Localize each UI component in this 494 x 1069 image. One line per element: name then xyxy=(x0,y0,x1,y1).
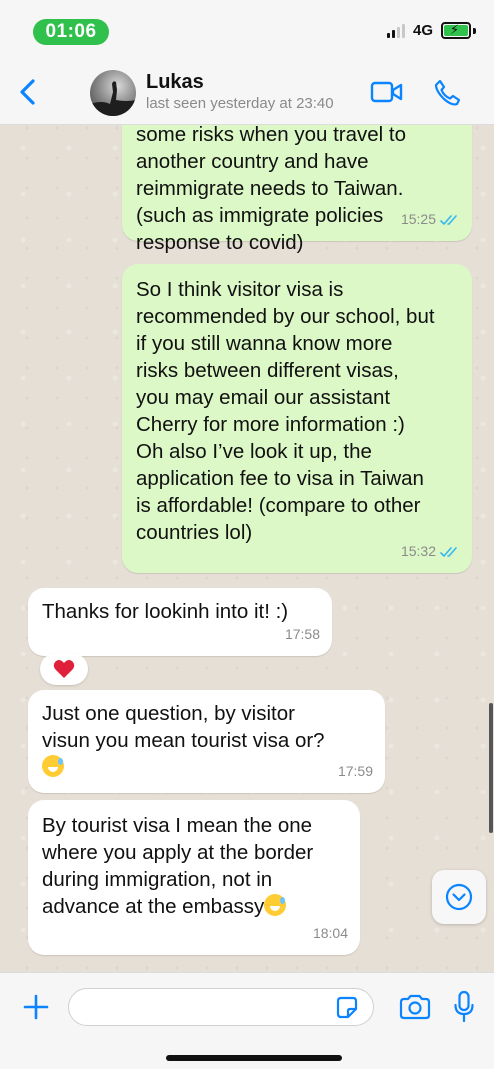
message-text: By tourist visa I mean the one where you… xyxy=(42,812,352,920)
last-seen-status: last seen yesterday at 23:40 xyxy=(146,95,334,112)
plus-icon xyxy=(23,994,49,1020)
message-input[interactable] xyxy=(68,988,374,1026)
chevron-down-circle-icon xyxy=(445,883,473,911)
status-bar: 01:06 4G ⚡ xyxy=(0,0,494,62)
microphone-icon xyxy=(454,990,474,1023)
message-bubble-outgoing[interactable]: So I think visitor visa is recommended b… xyxy=(122,264,472,573)
voice-message-button[interactable] xyxy=(453,990,475,1024)
camera-button[interactable] xyxy=(398,993,432,1021)
heart-reaction[interactable] xyxy=(40,653,88,685)
phone-icon xyxy=(434,79,461,106)
battery-tip xyxy=(473,27,476,34)
message-time: 15:32 xyxy=(400,543,436,559)
avatar[interactable] xyxy=(90,70,136,116)
message-time: 17:59 xyxy=(337,763,373,779)
battery-icon: ⚡ xyxy=(441,22,471,39)
message-meta: 15:25 xyxy=(401,206,460,233)
signal-icon xyxy=(386,23,405,38)
read-ticks-icon xyxy=(440,546,457,557)
message-bubble-incoming[interactable]: Thanks for lookinh into it! :) 17:58 xyxy=(28,588,332,656)
voice-call-button[interactable] xyxy=(432,78,462,108)
video-camera-icon xyxy=(370,81,403,103)
back-button[interactable] xyxy=(16,76,40,108)
message-meta: 17:59 xyxy=(338,758,373,785)
message-meta: 18:04 xyxy=(313,920,348,947)
read-ticks-icon xyxy=(440,214,457,225)
contact-name[interactable]: Lukas xyxy=(146,71,204,94)
chat-area[interactable]: some risks when you travel to another co… xyxy=(0,125,494,972)
status-indicators: 4G ⚡ xyxy=(386,22,476,39)
message-text: Thanks for lookinh into it! :) xyxy=(42,600,289,623)
avatar-silhouette-icon xyxy=(90,81,136,116)
message-bubble-incoming[interactable]: By tourist visa I mean the one where you… xyxy=(28,800,360,955)
message-time: 17:58 xyxy=(284,626,320,642)
message-time: 18:04 xyxy=(312,925,348,941)
attach-button[interactable] xyxy=(22,993,50,1021)
message-text: Just one question, by visitor visun you … xyxy=(42,700,372,781)
grinning-sweat-emoji-icon xyxy=(42,755,64,777)
scrollbar[interactable] xyxy=(489,703,493,833)
chevron-left-icon xyxy=(20,79,35,105)
scroll-to-bottom-button[interactable] xyxy=(432,870,486,924)
message-text-body: Just one question, by visitor visun you … xyxy=(42,702,325,752)
sticker-button[interactable] xyxy=(334,995,360,1021)
message-meta: 15:32 xyxy=(401,538,460,565)
home-indicator[interactable] xyxy=(166,1055,342,1061)
message-meta: 17:58 xyxy=(285,621,320,648)
message-time: 15:25 xyxy=(400,211,436,227)
camera-icon xyxy=(399,994,431,1020)
network-label: 4G xyxy=(412,22,433,39)
video-call-button[interactable] xyxy=(370,80,404,104)
message-bubble-outgoing[interactable]: some risks when you travel to another co… xyxy=(122,125,472,254)
message-bubble-incoming[interactable]: Just one question, by visitor visun you … xyxy=(28,690,385,793)
heart-icon xyxy=(53,660,75,678)
status-time: 01:06 xyxy=(33,19,109,45)
grinning-sweat-emoji-icon xyxy=(264,894,287,916)
message-text: some risks when you travel to another co… xyxy=(136,125,407,254)
chat-header: Lukas last seen yesterday at 23:40 xyxy=(0,62,494,125)
sticker-icon xyxy=(336,996,358,1019)
message-text: So I think visitor visa is recommended b… xyxy=(136,278,435,544)
